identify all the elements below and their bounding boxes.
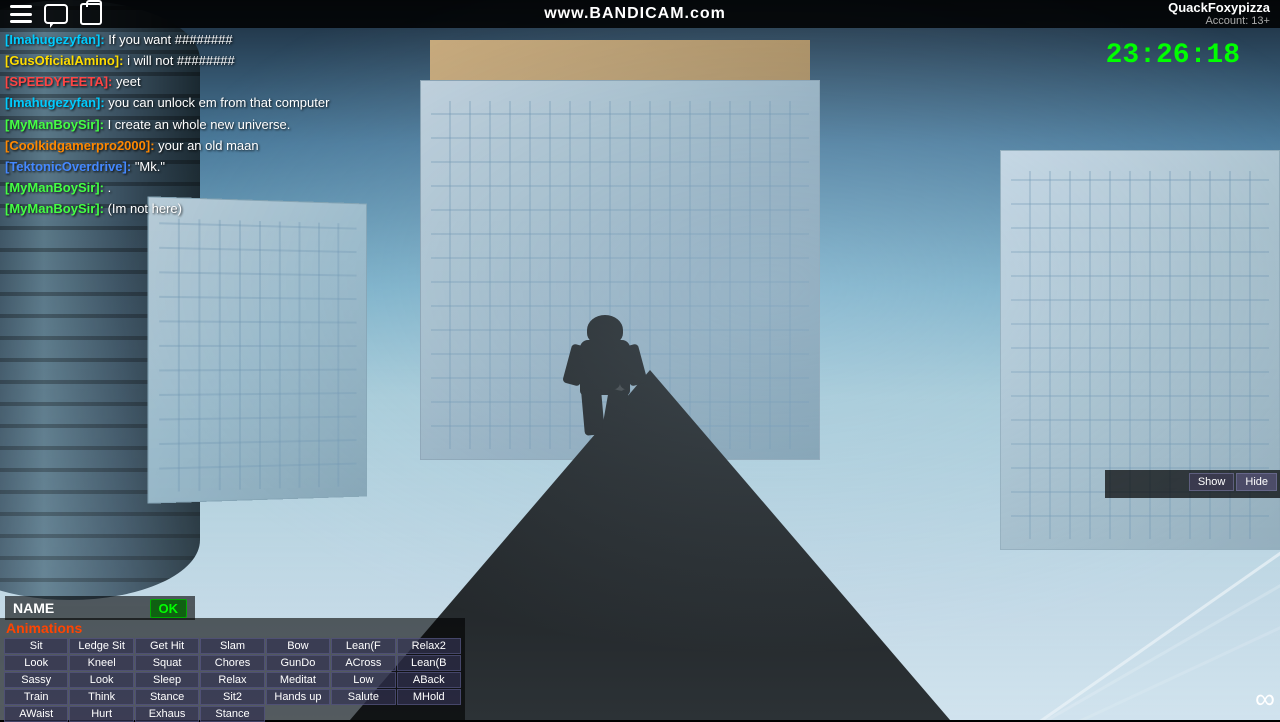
right-panel: Show Hide bbox=[1105, 470, 1280, 498]
anim-cell[interactable]: Meditat bbox=[266, 672, 330, 688]
web-lines bbox=[880, 420, 1280, 720]
anim-cell[interactable]: Sassy bbox=[4, 672, 68, 688]
chat-icon[interactable] bbox=[44, 4, 68, 24]
anim-cell[interactable]: Chores bbox=[200, 655, 264, 671]
top-bar-left bbox=[10, 3, 102, 25]
name-label: NAME bbox=[13, 600, 150, 616]
anim-cell[interactable]: Look bbox=[4, 655, 68, 671]
chat-line: [SPEEDYFEETA]: yeet bbox=[5, 72, 395, 92]
account-info: Account: 13+ bbox=[1205, 15, 1270, 28]
chat-line: [Imahugezyfan]: you can unlock em from t… bbox=[5, 93, 395, 113]
menu-icon[interactable] bbox=[10, 5, 32, 23]
anim-cell[interactable]: Hands up bbox=[266, 689, 330, 705]
anim-cell[interactable]: Relax bbox=[200, 672, 264, 688]
anim-cell[interactable]: MHold bbox=[397, 689, 461, 705]
anim-cell[interactable]: Slam bbox=[200, 638, 264, 654]
anim-cell[interactable]: Lean(F bbox=[331, 638, 395, 654]
animations-title: Animations bbox=[0, 618, 465, 638]
animations-panel: Animations SitLedge SitGet HitSlamBowLea… bbox=[0, 618, 465, 720]
anim-cell[interactable]: Salute bbox=[331, 689, 395, 705]
chat-line: [GusOficialAmino]: i will not ######## bbox=[5, 51, 395, 71]
chat-line: [MyManBoySir]: (Im not here) bbox=[5, 199, 395, 219]
anim-cell[interactable]: ACross bbox=[331, 655, 395, 671]
anim-cell[interactable]: ABack bbox=[397, 672, 461, 688]
show-button[interactable]: Show bbox=[1189, 473, 1235, 491]
chat-line: [TektonicOverdrive]: "Mk." bbox=[5, 157, 395, 177]
anim-cell[interactable]: Sleep bbox=[135, 672, 199, 688]
anim-cell[interactable]: Lean(B bbox=[397, 655, 461, 671]
anim-cell[interactable]: Think bbox=[69, 689, 133, 705]
name-bar: NAME OK bbox=[5, 596, 195, 620]
show-hide-row: Show Hide bbox=[1105, 470, 1280, 494]
backpack-icon[interactable] bbox=[80, 3, 102, 25]
chat-line: [MyManBoySir]: I create an whole new uni… bbox=[5, 115, 395, 135]
chat-line: [Coolkidgamerpro2000]: your an old maan bbox=[5, 136, 395, 156]
anim-cell[interactable]: Look bbox=[69, 672, 133, 688]
ok-button[interactable]: OK bbox=[150, 599, 188, 618]
username: QuackFoxypizza bbox=[1168, 0, 1270, 15]
brand-logo: www.BANDICAM.com bbox=[544, 5, 726, 23]
anim-cell[interactable]: Ledge Sit bbox=[69, 638, 133, 654]
chat-line: [MyManBoySir]: . bbox=[5, 178, 395, 198]
player-character: ✦ bbox=[565, 310, 645, 440]
top-bar: www.BANDICAM.com QuackFoxypizza Account:… bbox=[0, 0, 1280, 28]
chat-overlay: [Imahugezyfan]: If you want ########[Gus… bbox=[5, 30, 395, 220]
anim-cell[interactable]: Kneel bbox=[69, 655, 133, 671]
building-left bbox=[148, 196, 367, 503]
chat-line: [Imahugezyfan]: If you want ######## bbox=[5, 30, 395, 50]
anim-cell[interactable]: Sit bbox=[4, 638, 68, 654]
location-list bbox=[1105, 494, 1280, 498]
anim-cell[interactable]: Relax2 bbox=[397, 638, 461, 654]
anim-cell[interactable]: Stance bbox=[135, 689, 199, 705]
anim-cell[interactable]: Sit2 bbox=[200, 689, 264, 705]
anim-cell[interactable]: Low bbox=[331, 672, 395, 688]
anim-cell[interactable]: GunDo bbox=[266, 655, 330, 671]
anim-cell[interactable]: Squat bbox=[135, 655, 199, 671]
animations-grid: SitLedge SitGet HitSlamBowLean(FRelax2 Lo… bbox=[0, 638, 465, 718]
anim-cell[interactable]: Get Hit bbox=[135, 638, 199, 654]
user-info: QuackFoxypizza Account: 13+ bbox=[1168, 0, 1270, 28]
infinity-icon: ∞ bbox=[1255, 683, 1275, 715]
hide-button[interactable]: Hide bbox=[1236, 473, 1277, 491]
anim-cell[interactable]: Bow bbox=[266, 638, 330, 654]
anim-cell[interactable]: Train bbox=[4, 689, 68, 705]
timer: 23:26:18 bbox=[1106, 40, 1240, 71]
